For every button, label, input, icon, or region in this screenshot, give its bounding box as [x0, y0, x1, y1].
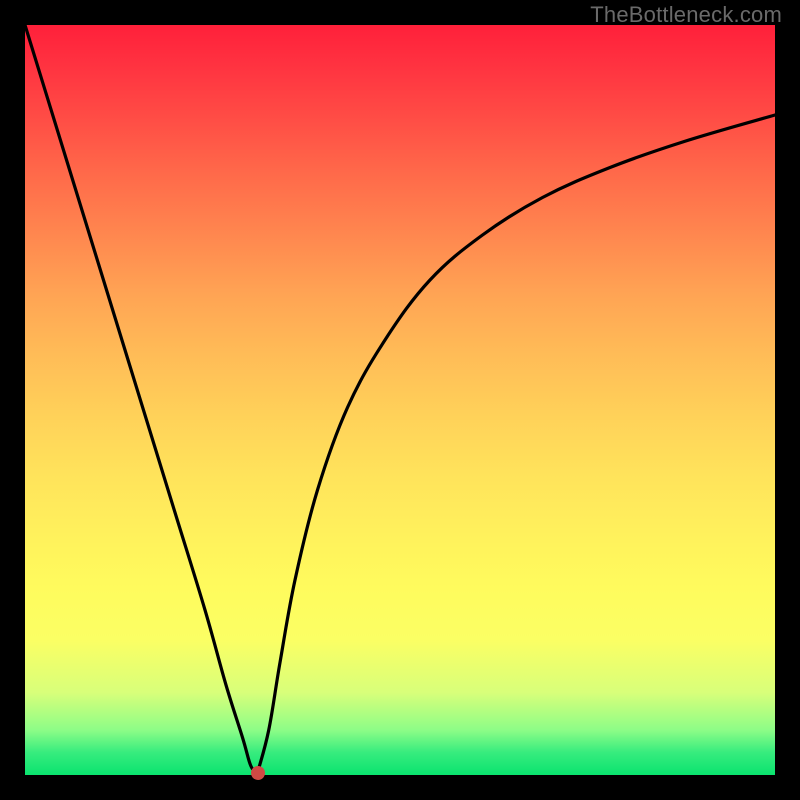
minimum-marker-icon [251, 766, 265, 780]
watermark-text: TheBottleneck.com [590, 2, 782, 28]
bottleneck-curve-svg [25, 25, 775, 775]
bottleneck-curve-path [25, 25, 775, 775]
chart-frame: TheBottleneck.com [0, 0, 800, 800]
